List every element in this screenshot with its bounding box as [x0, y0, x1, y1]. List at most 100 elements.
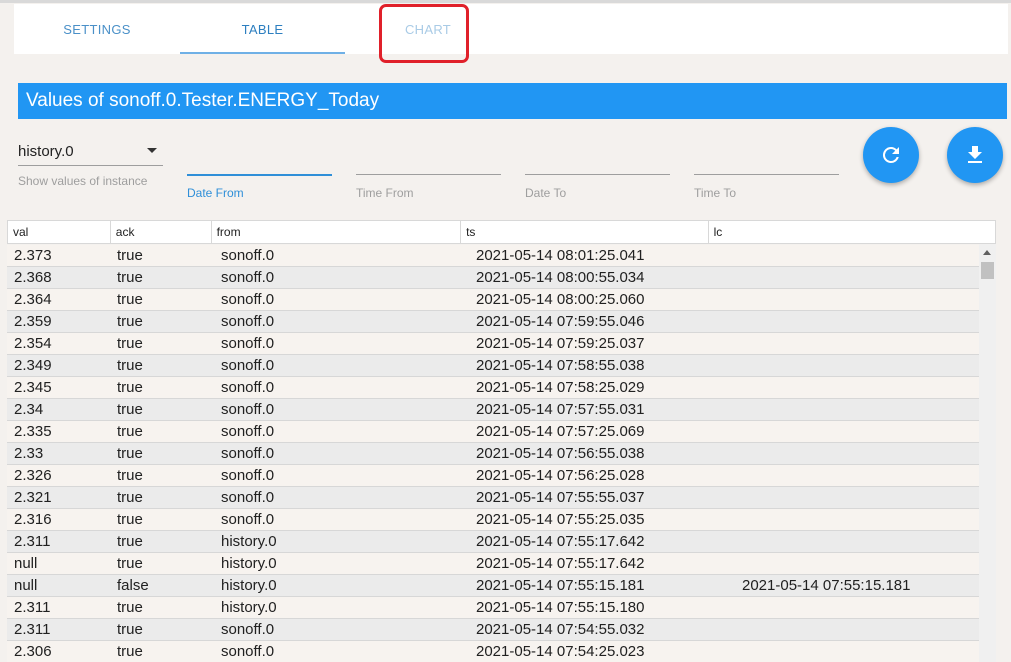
cell-from: sonoff.0: [221, 247, 275, 264]
cell-val: null: [14, 577, 38, 594]
cell-ts: 2021-05-14 07:55:25.035: [476, 511, 645, 528]
date-from-field[interactable]: Date From: [187, 174, 332, 204]
cell-from: sonoff.0: [221, 379, 275, 396]
time-to-field[interactable]: Time To: [694, 174, 839, 204]
refresh-icon: [882, 146, 899, 163]
instance-select-value[interactable]: history.0: [18, 138, 163, 166]
cell-from: sonoff.0: [221, 357, 275, 374]
column-header-lc[interactable]: lc: [709, 221, 995, 243]
top-divider: [0, 0, 1011, 3]
instance-value: history.0: [18, 143, 74, 160]
cell-val: 2.306: [14, 643, 52, 660]
cell-ack: true: [117, 269, 143, 286]
cell-from: sonoff.0: [221, 621, 275, 638]
cell-ts: 2021-05-14 07:55:15.181: [476, 577, 645, 594]
date-to-field[interactable]: Date To: [525, 174, 670, 204]
cell-from: sonoff.0: [221, 467, 275, 484]
column-header-ts[interactable]: ts: [461, 221, 709, 243]
cell-val: 2.359: [14, 313, 52, 330]
cell-from: sonoff.0: [221, 423, 275, 440]
cell-ts: 2021-05-14 08:01:25.041: [476, 247, 645, 264]
column-header-from[interactable]: from: [212, 221, 462, 243]
cell-from: history.0: [221, 533, 277, 550]
cell-val: null: [14, 555, 38, 572]
table-scrollbar[interactable]: [979, 244, 996, 662]
table-row[interactable]: null false history.0 2021-05-14 07:55:15.18…: [7, 575, 979, 597]
cell-ts: 2021-05-14 07:55:55.037: [476, 489, 645, 506]
cell-ts: 2021-05-14 07:58:55.038: [476, 357, 645, 374]
table-row[interactable]: 2.33 true sonoff.0 2021-05-14 07:56:55.038: [7, 443, 979, 465]
table-row[interactable]: 2.321 true sonoff.0 2021-05-14 07:55:55.037: [7, 487, 979, 509]
cell-val: 2.311: [14, 599, 51, 616]
cell-ack: true: [117, 335, 143, 352]
table-row[interactable]: 2.311 true sonoff.0 2021-05-14 07:54:55.032: [7, 619, 979, 641]
cell-ts: 2021-05-14 07:59:55.046: [476, 313, 645, 330]
table-row[interactable]: 2.368 true sonoff.0 2021-05-14 08:00:55.034: [7, 267, 979, 289]
tab-chart[interactable]: CHART: [345, 4, 511, 54]
cell-val: 2.316: [14, 511, 52, 528]
cell-from: sonoff.0: [221, 291, 275, 308]
table-row[interactable]: 2.345 true sonoff.0 2021-05-14 07:58:25.029: [7, 377, 979, 399]
tab-bar: SETTINGS TABLE CHART: [14, 4, 1008, 54]
cell-val: 2.34: [14, 401, 44, 418]
scrollbar-thumb[interactable]: [981, 262, 994, 279]
cell-from: sonoff.0: [221, 269, 275, 286]
cell-ack: true: [117, 643, 143, 660]
table-row[interactable]: 2.316 true sonoff.0 2021-05-14 07:55:25.035: [7, 509, 979, 531]
cell-ts: 2021-05-14 08:00:25.060: [476, 291, 645, 308]
scroll-up-icon[interactable]: [983, 250, 991, 255]
date-from-underline: [187, 174, 332, 176]
time-to-underline: [694, 174, 839, 175]
table-row[interactable]: 2.335 true sonoff.0 2021-05-14 07:57:25.069: [7, 421, 979, 443]
cell-from: sonoff.0: [221, 445, 275, 462]
table-row[interactable]: 2.354 true sonoff.0 2021-05-14 07:59:25.037: [7, 333, 979, 355]
cell-from: history.0: [221, 555, 277, 572]
column-header-ack[interactable]: ack: [111, 221, 212, 243]
instance-select[interactable]: history.0 Show values of instance: [18, 138, 163, 188]
cell-ts: 2021-05-14 07:55:17.642: [476, 533, 645, 550]
chevron-down-icon[interactable]: [147, 148, 157, 153]
cell-val: 2.311: [14, 621, 51, 638]
table-row[interactable]: 2.349 true sonoff.0 2021-05-14 07:58:55.038: [7, 355, 979, 377]
cell-ts: 2021-05-14 07:56:55.038: [476, 445, 645, 462]
cell-ts: 2021-05-14 07:54:55.032: [476, 621, 645, 638]
table-row[interactable]: 2.306 true sonoff.0 2021-05-14 07:54:25.023: [7, 641, 979, 662]
table-row[interactable]: null true history.0 2021-05-14 07:55:17.642: [7, 553, 979, 575]
table-row[interactable]: 2.364 true sonoff.0 2021-05-14 08:00:25.060: [7, 289, 979, 311]
cell-val: 2.326: [14, 467, 52, 484]
time-from-field[interactable]: Time From: [356, 174, 501, 204]
cell-from: sonoff.0: [221, 401, 275, 418]
table-row[interactable]: 2.373 true sonoff.0 2021-05-14 08:01:25.041: [7, 245, 979, 267]
cell-val: 2.368: [14, 269, 52, 286]
cell-ts: 2021-05-14 07:56:25.028: [476, 467, 645, 484]
cell-ack: true: [117, 621, 143, 638]
cell-val: 2.335: [14, 423, 52, 440]
tab-settings[interactable]: SETTINGS: [14, 4, 180, 54]
table-row[interactable]: 2.34 true sonoff.0 2021-05-14 07:57:55.031: [7, 399, 979, 421]
table-row[interactable]: 2.311 true history.0 2021-05-14 07:55:15.18…: [7, 597, 979, 619]
table-row[interactable]: 2.326 true sonoff.0 2021-05-14 07:56:25.028: [7, 465, 979, 487]
cell-ack: true: [117, 247, 143, 264]
cell-ts: 2021-05-14 07:55:17.642: [476, 555, 645, 572]
cell-ack: true: [117, 313, 143, 330]
time-from-label: Time From: [356, 186, 414, 200]
time-from-underline: [356, 174, 501, 175]
table-row[interactable]: 2.359 true sonoff.0 2021-05-14 07:59:55.046: [7, 311, 979, 333]
table-row[interactable]: 2.311 true history.0 2021-05-14 07:55:17.64…: [7, 531, 979, 553]
cell-ack: true: [117, 533, 143, 550]
date-from-label: Date From: [187, 186, 244, 200]
cell-val: 2.373: [14, 247, 52, 264]
refresh-button[interactable]: [863, 127, 919, 183]
cell-lc: 2021-05-14 07:55:15.181: [742, 577, 911, 594]
cell-ack: true: [117, 357, 143, 374]
cell-ts: 2021-05-14 07:59:25.037: [476, 335, 645, 352]
column-header-val[interactable]: val: [8, 221, 111, 243]
cell-ts: 2021-05-14 07:55:15.180: [476, 599, 645, 616]
history-table: val ack from ts lc 2.373 true sonoff.0 2021…: [7, 220, 996, 662]
date-to-underline: [525, 174, 670, 175]
cell-val: 2.311: [14, 533, 51, 550]
tab-table[interactable]: TABLE: [180, 4, 345, 54]
time-to-label: Time To: [694, 186, 737, 200]
download-button[interactable]: [947, 127, 1003, 183]
cell-from: history.0: [221, 577, 277, 594]
